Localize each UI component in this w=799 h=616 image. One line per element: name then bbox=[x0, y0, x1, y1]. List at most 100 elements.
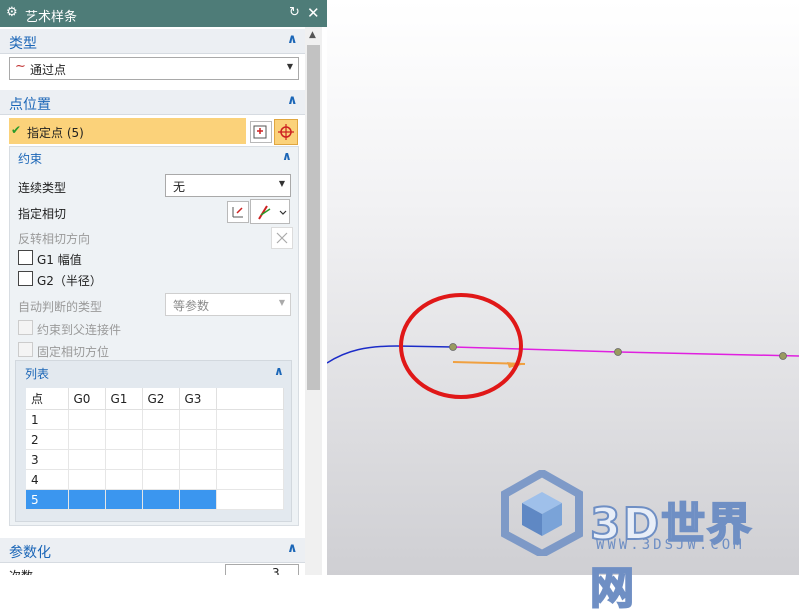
column-header[interactable]: 点 bbox=[26, 388, 69, 410]
continuity-dropdown[interactable]: 无 ▼ bbox=[165, 174, 291, 197]
spline-point[interactable] bbox=[614, 348, 622, 356]
specify-point-row[interactable]: ✔ 指定点 (5) bbox=[9, 118, 246, 144]
row-index: 5 bbox=[26, 489, 69, 510]
table-row[interactable]: 3 bbox=[26, 449, 284, 470]
chevron-up-icon[interactable]: ∧ bbox=[274, 364, 284, 378]
chevron-up-icon[interactable]: ∧ bbox=[287, 93, 298, 108]
column-header[interactable]: G1 bbox=[105, 388, 143, 410]
cell bbox=[179, 469, 217, 490]
auto-type-dropdown[interactable]: 等参数 ▼ bbox=[165, 293, 291, 316]
table-row[interactable]: 2 bbox=[26, 429, 284, 450]
type-section-header[interactable]: 类型 ∧ bbox=[0, 29, 305, 54]
dropdown-arrow-icon bbox=[279, 210, 287, 215]
row-index: 2 bbox=[26, 429, 69, 450]
type-dropdown-value: 通过点 bbox=[30, 63, 67, 77]
existing-curve bbox=[327, 345, 454, 364]
chevron-up-icon[interactable]: ∧ bbox=[287, 541, 298, 556]
dropdown-arrow-icon: ▼ bbox=[286, 62, 293, 71]
cell bbox=[68, 409, 106, 430]
section-title: 参数化 bbox=[9, 545, 51, 561]
degree-spinner[interactable]: 3 bbox=[225, 564, 299, 575]
column-header[interactable]: G0 bbox=[68, 388, 106, 410]
cell bbox=[216, 429, 284, 450]
table-row[interactable]: 1 bbox=[26, 409, 284, 430]
specify-point-label: 指定点 (5) bbox=[27, 126, 84, 140]
cell bbox=[105, 429, 143, 450]
row-index: 3 bbox=[26, 449, 69, 470]
cell bbox=[142, 449, 180, 470]
cell bbox=[105, 409, 143, 430]
table-header-row: 点 G0 G1 G2 G3 bbox=[26, 388, 284, 410]
point-dialog-button[interactable] bbox=[250, 121, 272, 143]
checkmark-icon: ✔ bbox=[11, 123, 22, 137]
cell bbox=[142, 409, 180, 430]
sub-section-title: 约束 bbox=[18, 152, 43, 166]
close-icon[interactable]: ✕ bbox=[307, 4, 320, 22]
tangent-point-button[interactable] bbox=[227, 201, 249, 223]
cell bbox=[179, 449, 217, 470]
continuity-value: 无 bbox=[173, 180, 186, 194]
g1-label: G1 幅值 bbox=[37, 253, 82, 267]
point-dialog-icon bbox=[232, 207, 243, 218]
table-row-selected[interactable]: 5 bbox=[26, 489, 284, 510]
g2-checkbox[interactable] bbox=[18, 271, 33, 286]
dialog-titlebar: ⚙ 艺术样条 ↻ ✕ bbox=[0, 0, 327, 27]
continuity-label: 连续类型 bbox=[18, 181, 67, 195]
chevron-up-icon[interactable]: ∧ bbox=[287, 32, 298, 47]
reverse-tangent-label: 反转相切方向 bbox=[18, 232, 91, 246]
panel-scrollbar[interactable]: ▲ bbox=[305, 27, 322, 575]
cell bbox=[68, 449, 106, 470]
cell bbox=[105, 449, 143, 470]
constrain-parent-checkbox[interactable] bbox=[18, 320, 33, 335]
row-index: 4 bbox=[26, 469, 69, 490]
cell bbox=[216, 409, 284, 430]
section-title: 类型 bbox=[9, 36, 37, 52]
g1-checkbox[interactable] bbox=[18, 250, 33, 265]
reverse-direction-button[interactable] bbox=[271, 227, 293, 249]
fix-tangent-checkbox[interactable] bbox=[18, 342, 33, 357]
tangent-vector-icon bbox=[258, 205, 287, 220]
chevron-up-icon[interactable]: ∧ bbox=[282, 149, 292, 163]
g2-label: G2（半径） bbox=[37, 274, 102, 288]
row-index: 1 bbox=[26, 409, 69, 430]
reverse-direction-icon bbox=[276, 232, 288, 244]
auto-type-label: 自动判断的类型 bbox=[18, 300, 103, 314]
cell bbox=[179, 409, 217, 430]
cell bbox=[68, 489, 106, 510]
cell bbox=[142, 489, 180, 510]
watermark-url: WWW.3DSJW.COM bbox=[596, 537, 745, 553]
cell bbox=[216, 469, 284, 490]
degree-value: 3 bbox=[272, 566, 280, 575]
cell bbox=[105, 489, 143, 510]
list-panel: 列表 ∧ 点 G0 G1 G2 G3 1 2 3 4 5 bbox=[15, 360, 292, 522]
art-spline-curve[interactable] bbox=[452, 346, 799, 357]
cell bbox=[105, 469, 143, 490]
cell bbox=[68, 469, 106, 490]
cell bbox=[68, 429, 106, 450]
cell bbox=[142, 469, 180, 490]
table-row[interactable]: 4 bbox=[26, 469, 284, 490]
cell bbox=[179, 489, 217, 510]
gear-icon[interactable]: ⚙ bbox=[6, 5, 18, 20]
dropdown-arrow-icon: ▼ bbox=[278, 179, 285, 188]
chevron-up-icon[interactable]: ▲ bbox=[309, 30, 316, 40]
point-section-header[interactable]: 点位置 ∧ bbox=[0, 90, 305, 115]
param-section-header[interactable]: 参数化 ∧ bbox=[0, 538, 305, 563]
point-snap-button[interactable] bbox=[274, 119, 298, 145]
column-header[interactable]: G2 bbox=[142, 388, 180, 410]
section-title: 点位置 bbox=[9, 97, 51, 113]
spline-icon: ∼ bbox=[15, 59, 26, 74]
degree-label: 次数 bbox=[9, 567, 33, 575]
tangent-vector-button[interactable] bbox=[250, 199, 290, 224]
reset-icon[interactable]: ↻ bbox=[289, 5, 300, 20]
spline-point[interactable] bbox=[449, 343, 457, 351]
point-snap-icon bbox=[278, 124, 294, 140]
column-header[interactable]: G3 bbox=[179, 388, 217, 410]
list-title: 列表 bbox=[25, 367, 50, 381]
scrollbar-thumb[interactable] bbox=[307, 45, 320, 390]
fix-tangent-label: 固定相切方位 bbox=[37, 345, 110, 359]
dialog-title: 艺术样条 bbox=[25, 10, 78, 25]
type-dropdown[interactable]: ∼ 通过点 ▼ bbox=[9, 57, 299, 80]
cell bbox=[216, 449, 284, 470]
spline-point[interactable] bbox=[779, 352, 787, 360]
